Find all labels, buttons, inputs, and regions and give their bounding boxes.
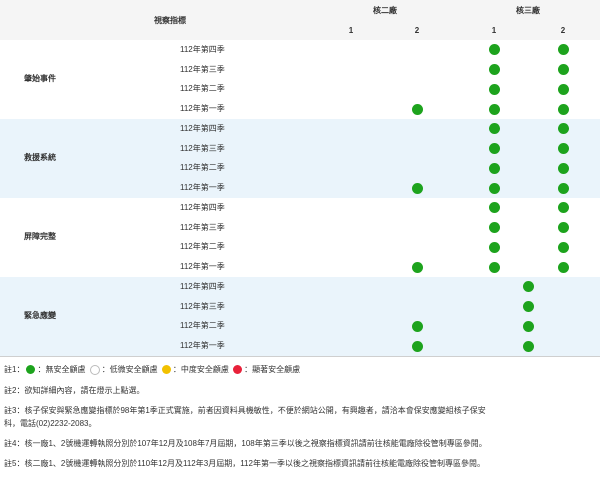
quarter-label: 112年第三季 — [180, 143, 225, 153]
quarter-label: 112年第一季 — [180, 183, 225, 193]
status-light-icon[interactable] — [411, 320, 423, 332]
status-light-icon[interactable] — [488, 162, 500, 174]
legend-white-label: ：低微安全顧慮 — [101, 365, 158, 374]
status-light-icon[interactable] — [557, 241, 569, 253]
status-light-icon[interactable] — [488, 222, 500, 234]
status-light-icon[interactable] — [557, 123, 569, 135]
legend-red-label: ：顯著安全顧慮 — [244, 365, 301, 374]
note-3-line2: 科，電話(02)2232-2083。 — [4, 419, 97, 428]
status-light-icon[interactable] — [411, 182, 423, 194]
group-label: 緊急應變 — [24, 311, 56, 320]
header-unit2-reactor1: 1 — [348, 26, 354, 35]
quarter-label: 112年第四季 — [180, 281, 225, 291]
indicator-group: 緊急應變 112年第四季 112年第三季 112年第二季 112年第一季 — [0, 277, 600, 356]
group-label: 救援系統 — [24, 153, 56, 162]
quarter-label: 112年第三季 — [180, 301, 225, 311]
green-status-icon — [26, 365, 36, 375]
status-light-icon[interactable] — [557, 64, 569, 76]
status-light-icon[interactable] — [557, 103, 569, 115]
group-label: 肇始事件 — [24, 74, 56, 83]
quarter-label: 112年第四季 — [180, 202, 225, 212]
status-light-icon[interactable] — [488, 261, 500, 273]
indicator-group: 屏障完整 112年第四季 112年第三季 112年第二季 112年第一季 — [0, 198, 600, 277]
header-unit2: 核二廠 — [373, 6, 397, 15]
status-light-icon[interactable] — [411, 261, 423, 273]
header-unit3-reactor2: 2 — [560, 26, 566, 35]
red-status-icon — [233, 365, 243, 375]
legend-green-label: ：無安全顧慮 — [37, 365, 86, 374]
status-light-icon[interactable] — [488, 103, 500, 115]
quarter-label: 112年第二季 — [180, 84, 225, 94]
note-3-line1: 註3：核子保安與緊急應變指標於98年第1季正式實施，前者因資料具機敏性，不便於網… — [4, 406, 486, 415]
status-light-icon[interactable] — [488, 83, 500, 95]
inspection-indicator-page: 視察指標 核二廠 核三廠 1 2 1 2 肇始事件 112年第四季 112年第三季 1… — [0, 0, 600, 487]
quarter-label: 112年第四季 — [180, 44, 225, 54]
note-4: 註4：核一廠1、2號機運轉執照分別於107年12月及108年7月屆期，108年第… — [4, 439, 487, 448]
status-light-icon[interactable] — [411, 103, 423, 115]
status-light-icon[interactable] — [557, 202, 569, 214]
status-light-icon[interactable] — [557, 44, 569, 56]
note-1-legend: 註1： ：無安全顧慮 ：低微安全顧慮 ：中度安全顧慮 ：顯著安全顧慮 — [4, 364, 594, 376]
status-light-icon[interactable] — [488, 64, 500, 76]
status-light-icon[interactable] — [488, 182, 500, 194]
status-light-icon[interactable] — [488, 44, 500, 56]
status-light-icon[interactable] — [557, 222, 569, 234]
status-light-icon[interactable] — [522, 320, 534, 332]
status-light-icon[interactable] — [411, 340, 423, 352]
quarter-label: 112年第四季 — [180, 123, 225, 133]
yellow-status-icon — [161, 365, 171, 375]
quarter-label: 112年第三季 — [180, 222, 225, 232]
quarter-label: 112年第一季 — [180, 262, 225, 272]
table-divider — [0, 356, 600, 357]
status-light-icon[interactable] — [522, 340, 534, 352]
header-indicator: 視察指標 — [154, 16, 186, 25]
quarter-label: 112年第二季 — [180, 242, 225, 252]
header-unit3: 核三廠 — [516, 6, 540, 15]
quarter-label: 112年第二季 — [180, 321, 225, 331]
quarter-label: 112年第三季 — [180, 64, 225, 74]
status-light-icon[interactable] — [557, 83, 569, 95]
indicator-group: 救援系統 112年第四季 112年第三季 112年第二季 112年第一季 — [0, 119, 600, 198]
status-light-icon[interactable] — [557, 162, 569, 174]
status-light-icon[interactable] — [488, 123, 500, 135]
note-5: 註5：核二廠1、2號機運轉執照分別於110年12月及112年3月屆期，112年第… — [4, 459, 485, 468]
header-unit2-reactor2: 2 — [414, 26, 420, 35]
quarter-label: 112年第一季 — [180, 104, 225, 114]
status-light-icon[interactable] — [522, 281, 534, 293]
status-light-icon[interactable] — [557, 182, 569, 194]
group-label: 屏障完整 — [24, 232, 56, 241]
header-unit3-reactor1: 1 — [491, 26, 497, 35]
status-light-icon[interactable] — [557, 261, 569, 273]
white-status-icon — [89, 364, 100, 375]
status-light-icon[interactable] — [557, 143, 569, 155]
legend-yellow-label: ：中度安全顧慮 — [172, 365, 229, 374]
note1-prefix: 註1： — [4, 365, 25, 374]
note-2: 註2：欲知詳細內容，請在燈示上點選。 — [4, 386, 145, 395]
quarter-label: 112年第一季 — [180, 341, 225, 351]
indicator-group: 肇始事件 112年第四季 112年第三季 112年第二季 112年第一季 — [0, 40, 600, 119]
table-header: 視察指標 核二廠 核三廠 1 2 1 2 — [0, 0, 600, 40]
status-light-icon[interactable] — [488, 241, 500, 253]
status-light-icon[interactable] — [488, 202, 500, 214]
quarter-label: 112年第二季 — [180, 163, 225, 173]
status-light-icon[interactable] — [488, 143, 500, 155]
status-light-icon[interactable] — [522, 301, 534, 313]
